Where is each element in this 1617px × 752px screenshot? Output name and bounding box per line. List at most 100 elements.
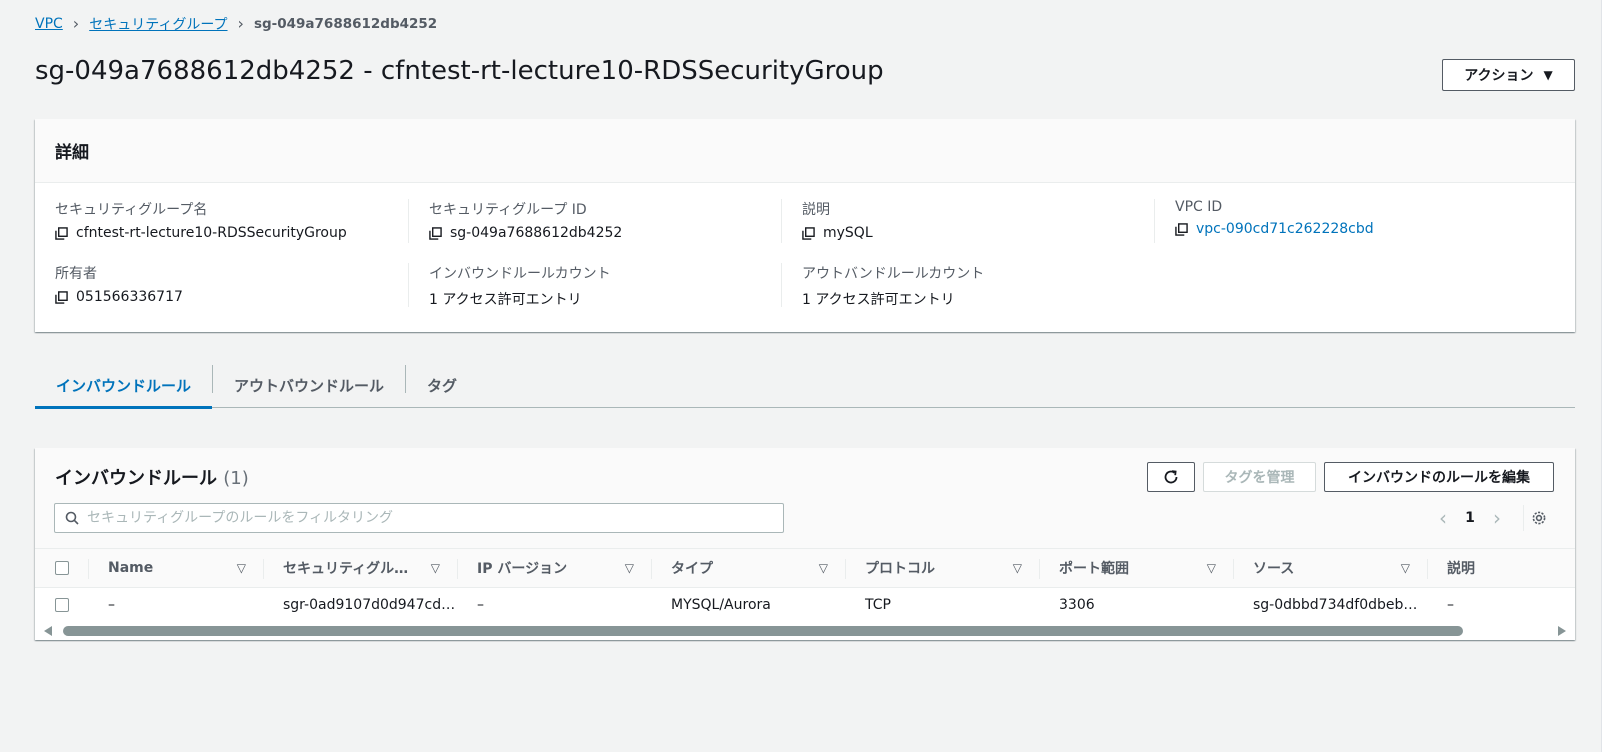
owner-label: 所有者 xyxy=(55,266,97,282)
sg-id-label: セキュリティグループ ID xyxy=(429,202,587,218)
cell-protocol: TCP xyxy=(865,597,891,613)
description-field: 説明 mySQL xyxy=(802,199,1162,241)
actions-button[interactable]: アクション ▼ xyxy=(1442,59,1575,91)
edit-inbound-rules-button[interactable]: インバウンドのルールを編集 xyxy=(1324,462,1554,492)
caret-down-icon: ▽ xyxy=(1012,561,1022,575)
col-header-protocol[interactable]: プロトコル ▽ xyxy=(846,549,1040,587)
col-header-rule-id[interactable]: セキュリティグル… ▽ xyxy=(264,549,458,587)
inbound-rules-panel: インバウンドルール (1) タグを管理 インバウンドのルールを編集 ‹ 1 › … xyxy=(35,448,1575,640)
tab-tags[interactable]: タグ xyxy=(406,364,478,407)
inbound-count-value: 1 アクセス許可エントリ xyxy=(429,292,582,308)
rules-count: (1) xyxy=(223,468,249,489)
caret-down-icon: ▽ xyxy=(624,561,634,575)
sg-id-field: セキュリティグループ ID sg-049a7688612db4252 xyxy=(429,199,789,241)
scroll-left-icon[interactable] xyxy=(44,626,52,636)
col-header-label: タイプ xyxy=(671,561,713,577)
col-header-type[interactable]: タイプ ▽ xyxy=(652,549,846,587)
col-header-label: ソース xyxy=(1253,561,1295,577)
vpc-id-label: VPC ID xyxy=(1175,199,1223,215)
col-header-ip-version[interactable]: IP バージョン ▽ xyxy=(458,549,652,587)
description-value: mySQL xyxy=(823,225,873,241)
page-title: sg-049a7688612db4252 - cfntest-rt-lectur… xyxy=(35,56,884,86)
col-header-source[interactable]: ソース ▽ xyxy=(1234,549,1428,587)
caret-down-icon: ▼ xyxy=(1543,68,1553,82)
caret-down-icon: ▽ xyxy=(1206,561,1216,575)
cell-type: MYSQL/Aurora xyxy=(671,597,771,613)
manage-tags-button[interactable]: タグを管理 xyxy=(1203,462,1316,492)
row-select xyxy=(55,588,87,622)
page-number[interactable]: 1 xyxy=(1463,510,1477,526)
scroll-right-icon[interactable] xyxy=(1558,626,1566,636)
cell-description: – xyxy=(1447,597,1454,613)
rules-filter xyxy=(54,503,784,533)
vpc-id-field: VPC ID vpc-090cd71c262228cbd xyxy=(1175,199,1535,237)
caret-down-icon: ▽ xyxy=(430,561,440,575)
col-header-label: IP バージョン xyxy=(477,561,568,577)
rules-header: インバウンドルール (1) タグを管理 インバウンドのルールを編集 ‹ 1 › xyxy=(35,448,1575,548)
tab-inbound-rules[interactable]: インバウンドルール xyxy=(35,364,213,409)
col-header-label: 説明 xyxy=(1447,561,1475,577)
col-header-label: プロトコル xyxy=(865,561,935,577)
rules-title: インバウンドルール (1) xyxy=(55,464,249,490)
copy-icon[interactable] xyxy=(55,290,68,304)
pager-divider xyxy=(1523,505,1524,531)
copy-icon[interactable] xyxy=(1175,222,1188,236)
cell-source: sg-0dbbd734df0dbeb… xyxy=(1253,597,1418,613)
scroll-thumb[interactable] xyxy=(63,626,1463,636)
tab-outbound-rules[interactable]: アウトバウンドルール xyxy=(213,364,405,407)
page-scrollbar[interactable] xyxy=(1601,0,1617,752)
sg-name-label: セキュリティグループ名 xyxy=(55,202,208,218)
copy-icon[interactable] xyxy=(55,226,68,240)
table-horizontal-scrollbar[interactable] xyxy=(35,622,1575,640)
sg-name-value: cfntest-rt-lecture10-RDSSecurityGroup xyxy=(76,225,347,241)
caret-down-icon: ▽ xyxy=(818,561,828,575)
rules-table-header: Name ▽ セキュリティグル… ▽ IP バージョン ▽ タイプ ▽ プロトコ… xyxy=(35,548,1575,588)
rules-title-text: インバウンドルール xyxy=(55,468,217,489)
cell-rule-id: sgr-0ad9107d0d947cd… xyxy=(283,597,456,613)
rules-filter-input[interactable] xyxy=(87,510,783,526)
details-grid: セキュリティグループ名 cfntest-rt-lecture10-RDSSecu… xyxy=(35,183,1575,332)
chevron-right-icon: › xyxy=(72,14,80,33)
refresh-button[interactable] xyxy=(1147,462,1195,492)
breadcrumb: VPC › セキュリティグループ › sg-049a7688612db4252 xyxy=(35,14,437,34)
vpc-id-link[interactable]: vpc-090cd71c262228cbd xyxy=(1196,221,1374,237)
chevron-left-icon[interactable]: ‹ xyxy=(1433,506,1453,530)
row-checkbox[interactable] xyxy=(55,598,69,612)
refresh-icon xyxy=(1164,470,1178,484)
copy-icon[interactable] xyxy=(429,226,442,240)
outbound-count-field: アウトバンドルールカウント 1 アクセス許可エントリ xyxy=(802,263,1162,309)
sg-name-field: セキュリティグループ名 cfntest-rt-lecture10-RDSSecu… xyxy=(55,199,415,241)
outbound-count-value: 1 アクセス許可エントリ xyxy=(802,292,955,308)
col-header-label: Name xyxy=(108,560,154,576)
select-all-checkbox[interactable] xyxy=(55,561,69,575)
details-header: 詳細 xyxy=(35,119,1575,183)
chevron-right-icon[interactable]: › xyxy=(1487,506,1507,530)
gear-icon[interactable] xyxy=(1531,510,1547,526)
col-header-label: セキュリティグル… xyxy=(283,561,409,577)
caret-down-icon: ▽ xyxy=(1400,561,1410,575)
owner-value: 051566336717 xyxy=(76,289,183,305)
header-select-all xyxy=(55,549,87,587)
owner-field: 所有者 051566336717 xyxy=(55,263,415,305)
inbound-count-label: インバウンドルールカウント xyxy=(429,266,611,282)
cell-name: – xyxy=(108,597,115,613)
inbound-count-field: インバウンドルールカウント 1 アクセス許可エントリ xyxy=(429,263,789,309)
breadcrumb-security-groups-link[interactable]: セキュリティグループ xyxy=(89,14,227,34)
sg-id-value: sg-049a7688612db4252 xyxy=(450,225,623,241)
chevron-right-icon: › xyxy=(237,14,244,33)
col-header-description[interactable]: 説明 xyxy=(1428,549,1575,587)
copy-icon[interactable] xyxy=(802,226,815,240)
breadcrumb-vpc-link[interactable]: VPC xyxy=(35,16,63,32)
cell-port-range: 3306 xyxy=(1059,597,1095,613)
col-header-port-range[interactable]: ポート範囲 ▽ xyxy=(1040,549,1234,587)
cell-ip-version: – xyxy=(477,597,484,613)
table-row[interactable]: – sgr-0ad9107d0d947cd… – MYSQL/Aurora TC… xyxy=(35,588,1575,622)
col-header-name[interactable]: Name ▽ xyxy=(89,549,264,587)
details-panel: 詳細 セキュリティグループ名 cfntest-rt-lecture10-RDSS… xyxy=(35,119,1575,332)
pagination: ‹ 1 › xyxy=(1433,504,1524,532)
description-label: 説明 xyxy=(802,202,830,218)
actions-button-label: アクション xyxy=(1464,68,1534,84)
col-header-label: ポート範囲 xyxy=(1059,561,1129,577)
caret-down-icon: ▽ xyxy=(236,561,246,575)
breadcrumb-current: sg-049a7688612db4252 xyxy=(253,16,438,32)
